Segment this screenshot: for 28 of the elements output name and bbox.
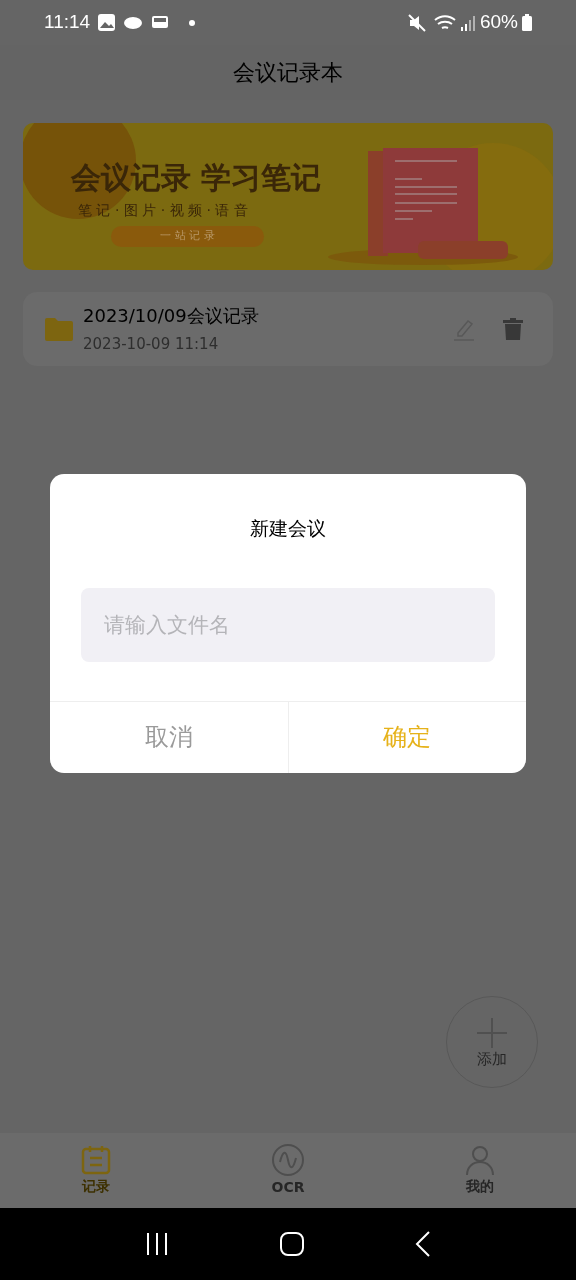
record-time: 2023-10-09 11:14: [83, 334, 220, 356]
status-time: 11:14: [44, 10, 91, 35]
filename-input[interactable]: 请输入文件名: [81, 587, 495, 662]
nav-tab[interactable]: OCR: [192, 1133, 384, 1208]
nav-tab[interactable]: 我的: [384, 1133, 576, 1208]
image-icon: [98, 14, 116, 31]
record-title: 2023/10/09会议记录: [83, 304, 260, 329]
page-title: 会议记录本: [233, 59, 343, 87]
mute-icon: [407, 13, 426, 32]
back-icon[interactable]: [414, 1231, 431, 1257]
folder-icon: [45, 317, 73, 341]
calendar-icon: [80, 1144, 112, 1176]
dialog-title: 新建会议: [250, 516, 326, 541]
battery-percent: 60%: [479, 10, 518, 35]
recent-apps-icon[interactable]: [145, 1232, 170, 1256]
cancel-button[interactable]: 取消: [50, 701, 288, 773]
battery-icon: [522, 14, 532, 31]
signal-icon: [459, 14, 476, 31]
banner[interactable]: 会议记录 学习笔记 笔 记 · 图 片 · 视 频 · 语 音 一 站 记 录: [23, 123, 553, 270]
home-icon[interactable]: [280, 1232, 304, 1256]
nav-tab[interactable]: 记录: [0, 1133, 192, 1208]
banner-subline: 笔 记 · 图 片 · 视 频 · 语 音: [78, 203, 248, 217]
banner-headline: 会议记录 学习笔记: [71, 163, 322, 193]
wifi-icon: [433, 13, 456, 32]
confirm-button[interactable]: 确定: [287, 701, 526, 773]
banner-pill: 一 站 记 录: [111, 226, 264, 247]
wave-icon: [271, 1143, 305, 1177]
person-icon: [464, 1144, 496, 1176]
